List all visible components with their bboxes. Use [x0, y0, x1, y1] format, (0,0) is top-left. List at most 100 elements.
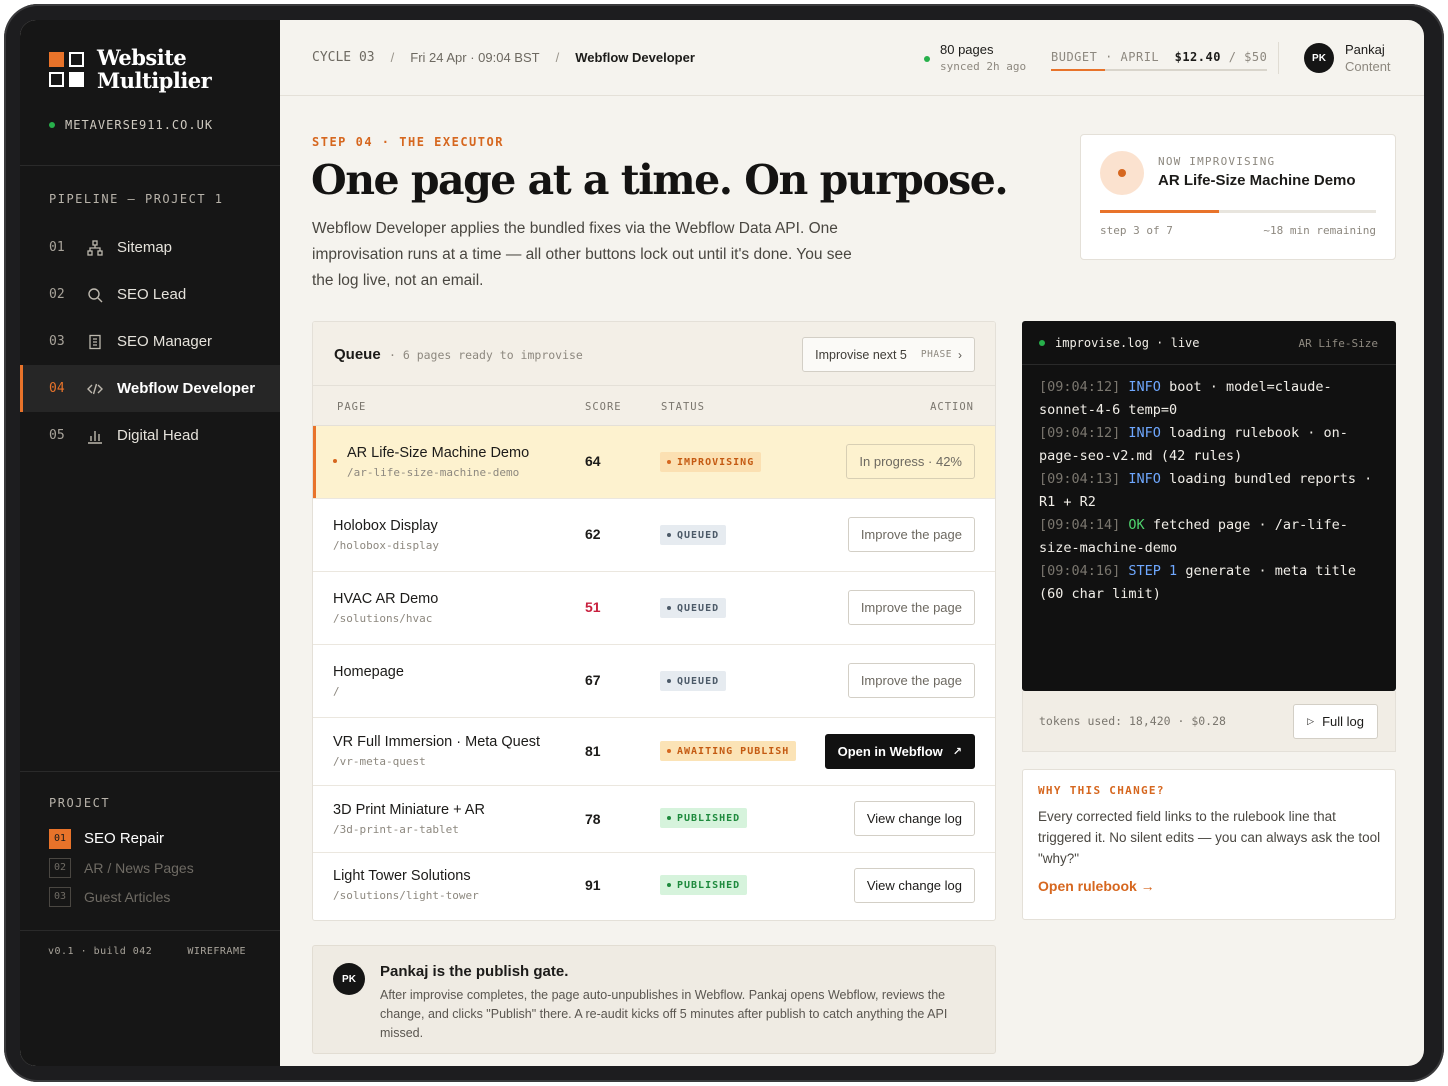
live-log-panel: improvise.log · live AR Life-Size [09:04…	[1022, 321, 1396, 691]
sync-time: synced 2h ago	[940, 60, 1027, 73]
project-list: 01 SEO Repair 02 AR / News Pages 03 Gues…	[49, 824, 194, 911]
page-name: Light Tower Solutions	[333, 868, 471, 884]
nav-number: 05	[49, 428, 65, 443]
col-score[interactable]: SCORE	[585, 401, 622, 413]
sync-status[interactable]: 80 pages synced 2h ago	[924, 42, 1026, 73]
budget-meter[interactable]: BUDGET · APRIL $12.40 / $50	[1051, 50, 1268, 71]
page-path: /vr-meta-quest	[333, 755, 426, 768]
full-log-label: Full log	[1322, 714, 1364, 729]
crumb-datetime: Fri 24 Apr · 09:04 BST	[410, 50, 540, 65]
active-dot-icon	[333, 459, 337, 463]
now-page: AR Life-Size Machine Demo	[1158, 172, 1356, 189]
table-row[interactable]: HVAC AR Demo /solutions/hvac 51 QUEUED I…	[313, 572, 995, 645]
nav-number: 04	[49, 381, 65, 396]
user-menu[interactable]: PK Pankaj Content	[1304, 42, 1391, 74]
live-dot-icon	[1039, 340, 1045, 346]
nav-number: 02	[49, 287, 65, 302]
page-score: 51	[585, 599, 601, 615]
sidebar: Website Multiplier METAVERSE911.CO.UK PI…	[20, 20, 280, 1066]
clipboard-icon	[86, 333, 104, 351]
budget-spent: $12.40	[1174, 50, 1221, 64]
pipeline-nav: 01 Sitemap 02 SEO Lead 03 SEO Manager 04…	[20, 224, 280, 459]
budget-bar-fill	[1051, 69, 1105, 71]
full-log-button[interactable]: ▷ Full log	[1293, 704, 1378, 739]
page-score: 67	[585, 672, 601, 688]
now-label: NOW IMPROVISING	[1158, 155, 1276, 168]
project-label-text: SEO Repair	[84, 830, 165, 847]
page-path: /solutions/hvac	[333, 612, 433, 625]
open-rulebook-link[interactable]: Open rulebook →	[1038, 878, 1155, 894]
budget-total: / $50	[1228, 50, 1268, 64]
play-icon: ▷	[1307, 716, 1315, 726]
log-line: [09:04:13] INFO loading bundled reports …	[1039, 471, 1373, 510]
crumb-cycle[interactable]: CYCLE 03	[312, 50, 375, 65]
tablet-frame: Website Multiplier METAVERSE911.CO.UK PI…	[4, 4, 1444, 1082]
mode-label: WIREFRAME	[187, 946, 246, 957]
brand-name: Website Multiplier	[97, 45, 212, 93]
improve-page-button[interactable]: Improve the page	[847, 590, 975, 625]
now-progress-bar	[1100, 210, 1376, 213]
table-row[interactable]: Homepage / 67 QUEUED Improve the page	[313, 645, 995, 718]
status-badge: PUBLISHED	[660, 875, 748, 895]
now-improvising-card[interactable]: NOW IMPROVISING AR Life-Size Machine Dem…	[1080, 134, 1396, 260]
col-page[interactable]: PAGE	[337, 401, 366, 413]
open-in-webflow-button[interactable]: Open in Webflow ↗	[824, 734, 975, 769]
page-name: 3D Print Miniature + AR	[333, 802, 485, 818]
now-progress-fill	[1100, 210, 1219, 213]
site-domain[interactable]: METAVERSE911.CO.UK	[49, 118, 213, 132]
now-step: step 3 of 7	[1100, 224, 1173, 237]
view-change-log-button[interactable]: View change log	[853, 801, 975, 836]
table-row[interactable]: Holobox Display /holobox-display 62 QUEU…	[313, 499, 995, 572]
improve-page-button[interactable]: Improve the page	[847, 517, 975, 552]
sidebar-divider	[20, 930, 280, 931]
sidebar-item-seo-manager[interactable]: 03 SEO Manager	[20, 318, 280, 365]
project-item-guest-articles[interactable]: 03 Guest Articles	[49, 882, 194, 911]
app-window: Website Multiplier METAVERSE911.CO.UK PI…	[20, 20, 1424, 1066]
improve-page-button[interactable]: Improve the page	[847, 663, 975, 698]
col-status[interactable]: STATUS	[661, 401, 705, 413]
sidebar-item-digital-head[interactable]: 05 Digital Head	[20, 412, 280, 459]
log-header: improvise.log · live AR Life-Size	[1022, 321, 1396, 365]
status-badge: QUEUED	[660, 525, 727, 545]
status-badge: QUEUED	[660, 598, 727, 618]
code-icon	[86, 380, 104, 398]
crumb-separator: /	[390, 50, 395, 65]
nav-number: 03	[49, 334, 65, 349]
table-row[interactable]: 3D Print Miniature + AR /3d-print-ar-tab…	[313, 786, 995, 853]
improvise-next-button[interactable]: Improvise next 5 PHASE ›	[802, 337, 975, 372]
log-line: [09:04:16] STEP 1 generate · meta title …	[1039, 563, 1357, 602]
page-path: /	[333, 685, 340, 698]
log-output[interactable]: [09:04:12] INFO boot · model=claude-sonn…	[1022, 365, 1396, 606]
status-dot-icon	[49, 122, 55, 128]
page-name: Holobox Display	[333, 518, 438, 534]
nav-label: Sitemap	[117, 239, 173, 256]
status-badge: PUBLISHED	[660, 808, 748, 828]
view-change-log-button[interactable]: View change log	[853, 868, 975, 903]
logo-mark-icon	[49, 51, 84, 87]
table-row[interactable]: AR Life-Size Machine Demo /ar-life-size-…	[313, 426, 995, 499]
topbar: CYCLE 03 / Fri 24 Apr · 09:04 BST / Webf…	[280, 20, 1424, 96]
tokens-used: tokens used: 18,420 · $0.28	[1039, 714, 1226, 728]
in-progress-button[interactable]: In progress · 42%	[846, 444, 975, 479]
table-row[interactable]: Light Tower Solutions /solutions/light-t…	[313, 853, 995, 920]
project-item-ar-news[interactable]: 02 AR / News Pages	[49, 853, 194, 882]
sidebar-item-webflow-developer[interactable]: 04 Webflow Developer	[20, 365, 280, 412]
sync-pages: 80 pages	[940, 42, 994, 57]
brand-logo[interactable]: Website Multiplier	[49, 45, 212, 93]
sidebar-item-seo-lead[interactable]: 02 SEO Lead	[20, 271, 280, 318]
gate-text: After improvise completes, the page auto…	[380, 988, 948, 1040]
nav-label: Digital Head	[117, 427, 199, 444]
progress-pulse-icon	[1100, 151, 1144, 195]
nav-label: SEO Manager	[117, 333, 213, 350]
page-score: 91	[585, 877, 601, 893]
site-domain-label: METAVERSE911.CO.UK	[65, 118, 214, 132]
page-path: /solutions/light-tower	[333, 889, 479, 902]
sidebar-item-sitemap[interactable]: 01 Sitemap	[20, 224, 280, 271]
queue-subtitle: · 6 pages ready to improvise	[389, 348, 583, 362]
bar-chart-icon	[86, 427, 104, 445]
table-row[interactable]: VR Full Immersion · Meta Quest /vr-meta-…	[313, 718, 995, 786]
queue-header: Queue · 6 pages ready to improvise Impro…	[313, 322, 995, 386]
project-number: 03	[49, 886, 71, 907]
why-title: WHY THIS CHANGE?	[1038, 784, 1165, 797]
project-item-seo-repair[interactable]: 01 SEO Repair	[49, 824, 194, 853]
